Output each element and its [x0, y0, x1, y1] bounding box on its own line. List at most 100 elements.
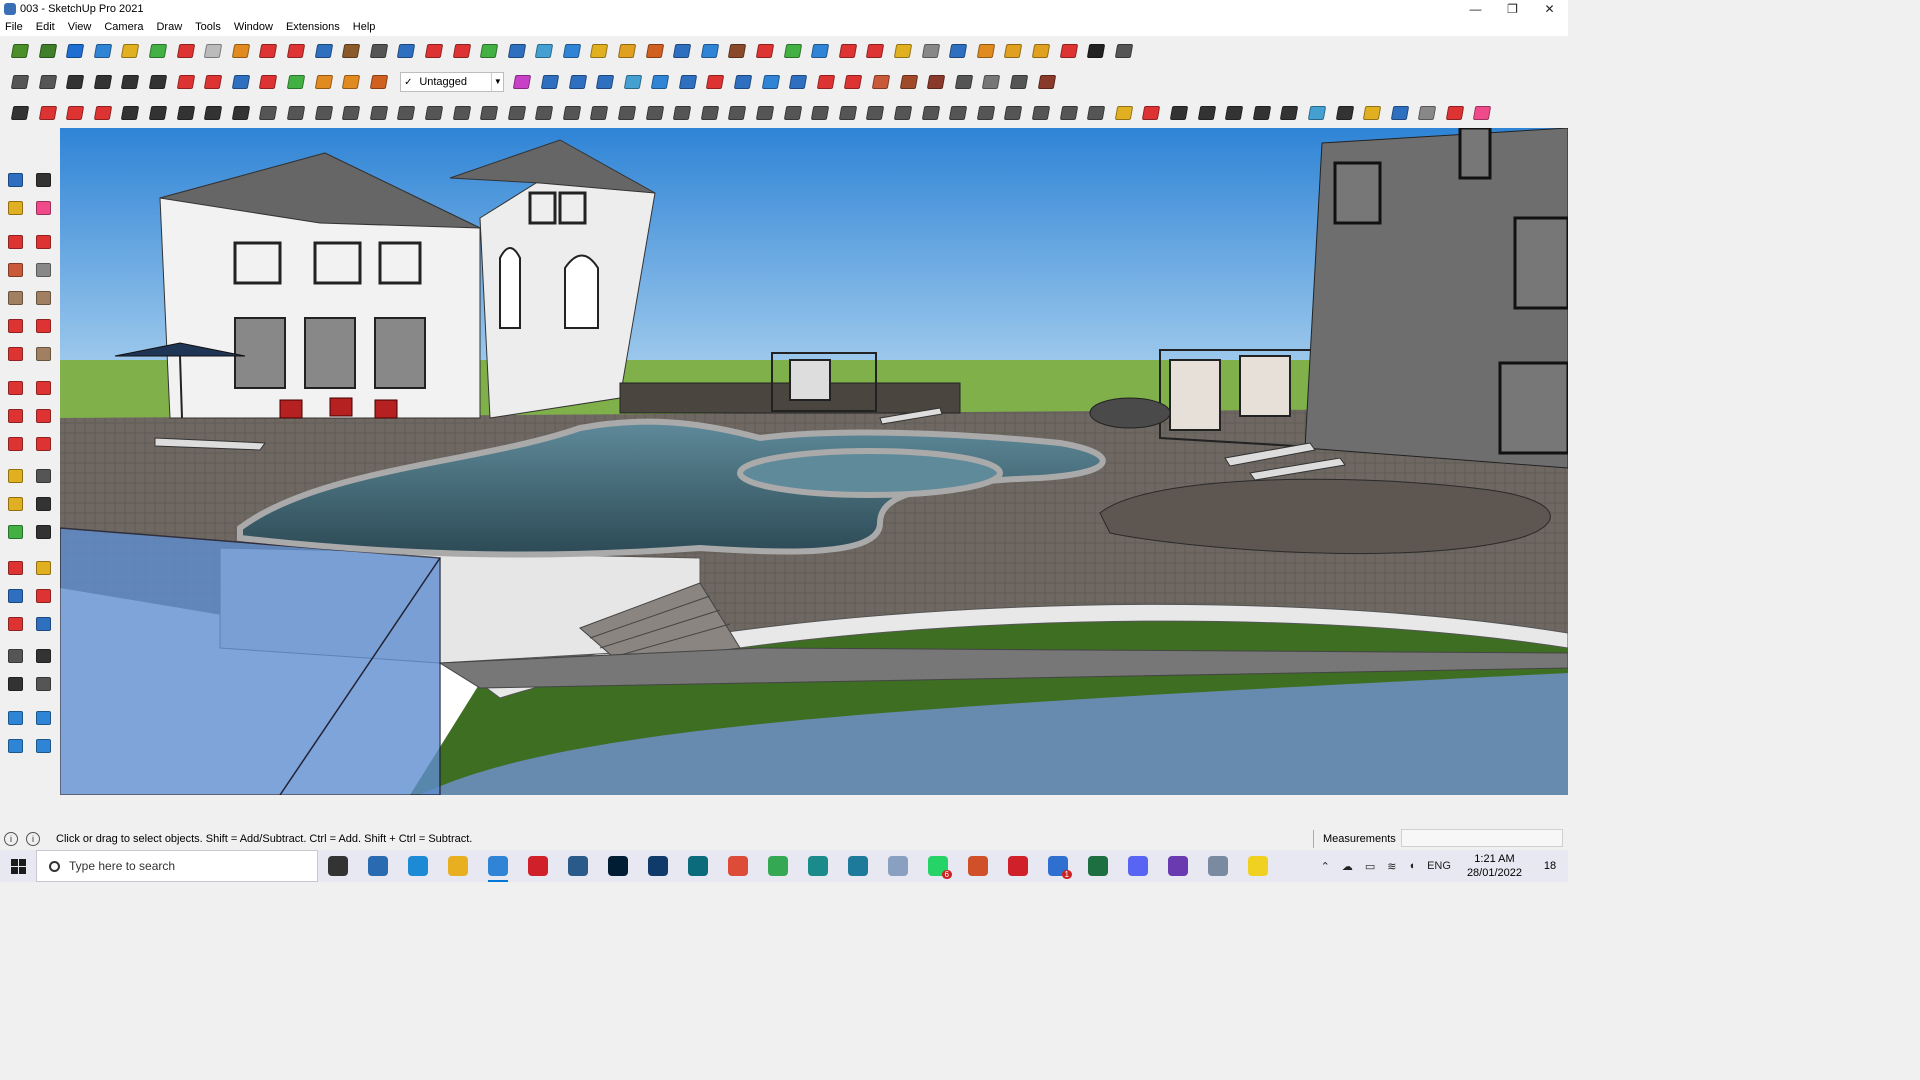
row2-tool-10-icon[interactable]	[256, 70, 280, 94]
menu-draw[interactable]: Draw	[156, 21, 182, 33]
row1-tool-27-icon[interactable]	[725, 39, 749, 63]
row2-tool-12-icon[interactable]	[312, 70, 336, 94]
row2b-tool-11-icon[interactable]	[786, 70, 810, 94]
row3-tool-53-icon[interactable]	[1443, 101, 1467, 125]
left-tool-34-icon[interactable]	[32, 645, 54, 667]
row1-tool-17-icon[interactable]	[450, 39, 474, 63]
left-tool-19-icon[interactable]	[4, 433, 26, 455]
row3-tool-13-icon[interactable]	[339, 101, 363, 125]
row1-tool-28-icon[interactable]	[753, 39, 777, 63]
taskbar-app-22-icon[interactable]	[1158, 850, 1198, 882]
left-tool-33-icon[interactable]	[4, 645, 26, 667]
left-tool-3-icon[interactable]	[4, 197, 26, 219]
instructor-info-icon[interactable]: i	[26, 832, 40, 846]
row3-tool-33-icon[interactable]	[891, 101, 915, 125]
row2b-tool-6-icon[interactable]	[648, 70, 672, 94]
menu-view[interactable]: View	[68, 21, 92, 33]
row1-tool-39-icon[interactable]	[1057, 39, 1081, 63]
row1-tool-24-icon[interactable]	[643, 39, 667, 63]
taskbar-todo-icon[interactable]: 1	[1038, 850, 1078, 882]
menu-window[interactable]: Window	[234, 21, 273, 33]
row3-tool-44-icon[interactable]	[1195, 101, 1219, 125]
row1-tool-29-icon[interactable]	[781, 39, 805, 63]
left-tool-14-icon[interactable]	[32, 343, 54, 365]
taskbar-app-14-icon[interactable]	[838, 850, 878, 882]
row2b-tool-1-icon[interactable]	[510, 70, 534, 94]
row3-tool-32-icon[interactable]	[863, 101, 887, 125]
row1-tool-3-icon[interactable]	[63, 39, 87, 63]
row1-tool-32-icon[interactable]	[863, 39, 887, 63]
left-tool-35-icon[interactable]	[4, 673, 26, 695]
row3-tool-38-icon[interactable]	[1029, 101, 1053, 125]
left-tool-15-icon[interactable]	[4, 377, 26, 399]
clock[interactable]: 1:21 AM 28/01/2022	[1467, 852, 1522, 880]
row3-tool-12-icon[interactable]	[312, 101, 336, 125]
taskbar-edge-icon[interactable]	[398, 850, 438, 882]
row2b-tool-19-icon[interactable]	[1007, 70, 1031, 94]
left-tool-4-icon[interactable]	[32, 197, 54, 219]
menu-edit[interactable]: Edit	[36, 21, 55, 33]
taskbar-chrome-icon[interactable]	[718, 850, 758, 882]
row1-tool-40-icon[interactable]	[1084, 39, 1108, 63]
row1-tool-15-icon[interactable]	[394, 39, 418, 63]
row2-tool-7-icon[interactable]	[174, 70, 198, 94]
row3-tool-4-icon[interactable]	[91, 101, 115, 125]
left-tool-5-icon[interactable]	[4, 231, 26, 253]
taskbar-discord-icon[interactable]	[1118, 850, 1158, 882]
row1-tool-25-icon[interactable]	[670, 39, 694, 63]
row3-tool-47-icon[interactable]	[1277, 101, 1301, 125]
taskbar-file-explorer-icon[interactable]	[438, 850, 478, 882]
row1-tool-7-icon[interactable]	[174, 39, 198, 63]
row3-tool-31-icon[interactable]	[836, 101, 860, 125]
left-tool-23-icon[interactable]	[4, 493, 26, 515]
model-viewport[interactable]	[60, 128, 1568, 795]
maximize-button[interactable]: ❐	[1494, 0, 1531, 18]
left-tool-20-icon[interactable]	[32, 433, 54, 455]
row2b-tool-13-icon[interactable]	[841, 70, 865, 94]
left-tool-13-icon[interactable]	[4, 343, 26, 365]
row2-tool-5-icon[interactable]	[118, 70, 142, 94]
row1-tool-6-icon[interactable]	[146, 39, 170, 63]
row1-tool-33-icon[interactable]	[891, 39, 915, 63]
notifications-count[interactable]: 18	[1532, 860, 1568, 872]
row1-tool-9-icon[interactable]	[229, 39, 253, 63]
taskbar-search-box[interactable]: Type here to search	[36, 850, 318, 882]
row3-tool-37-icon[interactable]	[1001, 101, 1025, 125]
row1-tool-12-icon[interactable]	[312, 39, 336, 63]
row2-tool-1-icon[interactable]	[8, 70, 32, 94]
left-tool-21-icon[interactable]	[4, 465, 26, 487]
menu-camera[interactable]: Camera	[104, 21, 143, 33]
row3-tool-3-icon[interactable]	[63, 101, 87, 125]
row3-tool-52-icon[interactable]	[1415, 101, 1439, 125]
wifi-icon[interactable]: ≋	[1387, 860, 1396, 873]
row2b-tool-14-icon[interactable]	[869, 70, 893, 94]
row3-tool-36-icon[interactable]	[974, 101, 998, 125]
row1-tool-5-icon[interactable]	[118, 39, 142, 63]
row1-tool-36-icon[interactable]	[974, 39, 998, 63]
row3-tool-10-icon[interactable]	[256, 101, 280, 125]
row1-tool-1-icon[interactable]	[8, 39, 32, 63]
taskbar-sketchup-icon[interactable]	[478, 850, 518, 882]
row2b-tool-8-icon[interactable]	[703, 70, 727, 94]
row1-tool-31-icon[interactable]	[836, 39, 860, 63]
row3-tool-21-icon[interactable]	[560, 101, 584, 125]
row1-tool-19-icon[interactable]	[505, 39, 529, 63]
menu-file[interactable]: File	[5, 21, 23, 33]
left-tool-27-icon[interactable]	[4, 557, 26, 579]
taskbar-app-15-icon[interactable]	[878, 850, 918, 882]
left-tool-37-icon[interactable]	[4, 707, 26, 729]
taskbar-app-7-icon[interactable]	[558, 850, 598, 882]
row2-tool-11-icon[interactable]	[284, 70, 308, 94]
row2-tool-2-icon[interactable]	[36, 70, 60, 94]
row3-tool-42-icon[interactable]	[1139, 101, 1163, 125]
row1-tool-8-icon[interactable]	[201, 39, 225, 63]
row3-tool-17-icon[interactable]	[450, 101, 474, 125]
row1-tool-14-icon[interactable]	[367, 39, 391, 63]
taskbar-opera-icon[interactable]	[998, 850, 1038, 882]
row3-tool-7-icon[interactable]	[174, 101, 198, 125]
taskbar-photoshop-icon[interactable]	[598, 850, 638, 882]
left-tool-12-icon[interactable]	[32, 315, 54, 337]
row1-tool-41-icon[interactable]	[1112, 39, 1136, 63]
left-tool-8-icon[interactable]	[32, 259, 54, 281]
menu-extensions[interactable]: Extensions	[286, 21, 340, 33]
